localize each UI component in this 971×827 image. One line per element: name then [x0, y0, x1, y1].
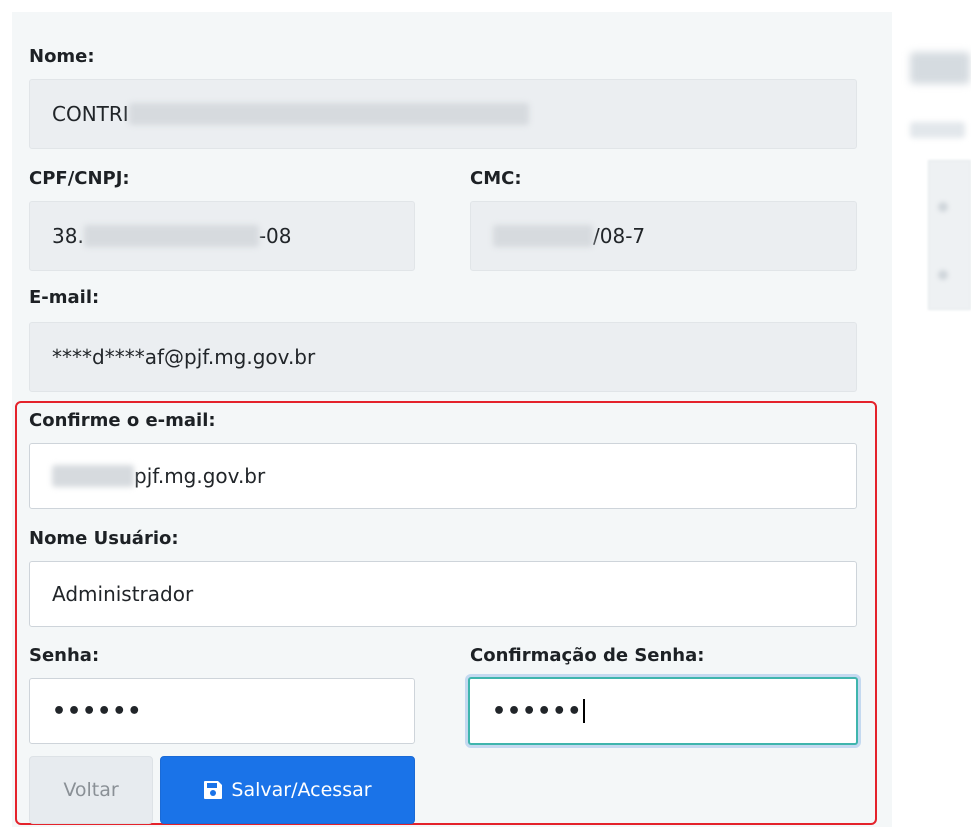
senha-value: •••••• — [52, 698, 143, 724]
blurred-title — [910, 52, 970, 84]
cpf-cnpj-suffix: -08 — [258, 224, 292, 248]
cpf-cnpj-label: CPF/CNPJ: — [29, 168, 130, 189]
nome-usuario-label: Nome Usuário: — [29, 528, 179, 549]
cpf-cnpj-prefix: 38. — [52, 224, 84, 248]
cpf-cnpj-field: 38. -08 — [29, 201, 415, 271]
confirm-email-suffix: pjf.mg.gov.br — [134, 464, 266, 488]
redacted-text — [128, 103, 529, 125]
blurred-bullet-icon — [938, 270, 948, 280]
nome-usuario-input[interactable]: Administrador — [29, 561, 857, 627]
senha-input[interactable]: •••••• — [29, 678, 415, 744]
confirm-email-input[interactable]: pjf.mg.gov.br — [29, 443, 857, 509]
nome-value: CONTRI — [52, 102, 129, 126]
salvar-acessar-button[interactable]: Salvar/Acessar — [160, 756, 415, 824]
cmc-field: /08-7 — [470, 201, 857, 271]
blurred-bullet-icon — [938, 202, 948, 212]
blurred-list — [928, 160, 971, 310]
redacted-text — [493, 225, 593, 247]
blurred-subtitle — [910, 122, 965, 138]
email-value: ****d****af@pjf.mg.gov.br — [52, 345, 316, 369]
redacted-text — [52, 465, 134, 487]
side-panel-blurred — [898, 12, 971, 827]
cmc-suffix: /08-7 — [593, 224, 646, 248]
floppy-disk-icon — [204, 781, 223, 799]
voltar-button[interactable]: Voltar — [29, 756, 153, 824]
nome-usuario-value: Administrador — [52, 582, 194, 606]
email-label: E-mail: — [29, 287, 100, 308]
email-field: ****d****af@pjf.mg.gov.br — [29, 322, 857, 392]
cmc-label: CMC: — [470, 168, 522, 189]
redacted-text — [83, 225, 259, 247]
voltar-button-label: Voltar — [63, 779, 119, 801]
confirmacao-senha-label: Confirmação de Senha: — [470, 645, 705, 666]
nome-field: CONTRI — [29, 79, 857, 149]
confirmacao-senha-value: •••••• — [492, 698, 583, 724]
confirm-email-label: Confirme o e-mail: — [29, 410, 216, 431]
senha-label: Senha: — [29, 645, 100, 666]
confirmacao-senha-input[interactable]: •••••• — [468, 677, 858, 745]
nome-label: Nome: — [29, 46, 95, 67]
text-caret — [583, 699, 586, 723]
salvar-button-label: Salvar/Acessar — [231, 779, 372, 801]
